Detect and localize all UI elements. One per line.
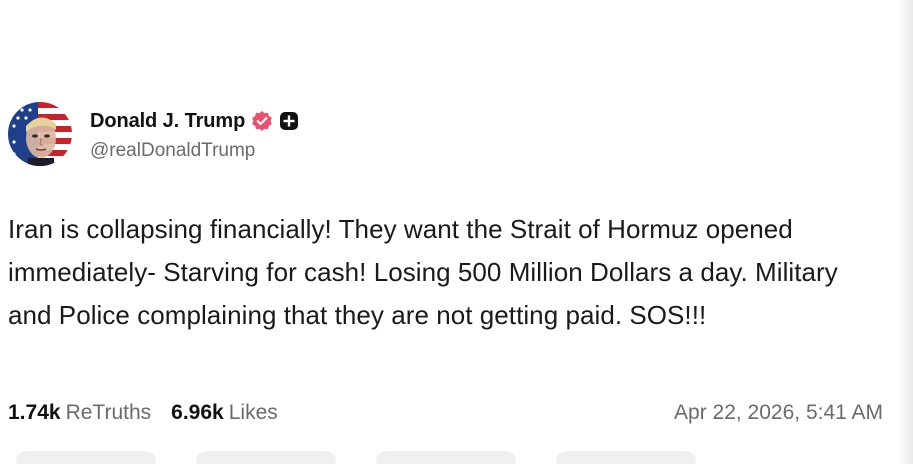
avatar-image <box>8 102 72 166</box>
likes-label: Likes <box>228 401 278 424</box>
post-timestamp[interactable]: Apr 22, 2026, 5:41 AM <box>674 401 883 425</box>
plus-badge-icon <box>279 111 299 131</box>
retruths-label: ReTruths <box>65 401 152 424</box>
share-button[interactable] <box>556 451 696 464</box>
post-card: Donald J. Trump @realDonaldTrump Iran is… <box>8 100 883 424</box>
handle[interactable]: @realDonaldTrump <box>90 140 299 162</box>
author-names: Donald J. Trump @realDonaldTrump <box>90 106 299 162</box>
like-button[interactable] <box>376 451 516 464</box>
display-name[interactable]: Donald J. Trump <box>90 110 245 133</box>
action-bar <box>16 451 876 464</box>
scroll-edge <box>897 0 913 464</box>
post-meta: 1.74k ReTruths 6.96k Likes Apr 22, 2026,… <box>8 398 883 428</box>
post-text: Iran is collapsing financially! They wan… <box>8 214 838 330</box>
likes-count: 6.96k <box>171 401 224 424</box>
truth-social-post-page: Donald J. Trump @realDonaldTrump Iran is… <box>0 0 913 464</box>
post-header: Donald J. Trump @realDonaldTrump <box>8 100 883 168</box>
retruths-stat[interactable]: 1.74k ReTruths <box>8 401 151 425</box>
verified-badge-icon <box>251 110 273 132</box>
avatar[interactable] <box>8 102 72 166</box>
retruths-count: 1.74k <box>8 401 61 424</box>
name-row: Donald J. Trump <box>90 106 299 136</box>
retruth-button[interactable] <box>196 451 336 464</box>
likes-stat[interactable]: 6.96k Likes <box>171 401 278 425</box>
reply-button[interactable] <box>16 451 156 464</box>
